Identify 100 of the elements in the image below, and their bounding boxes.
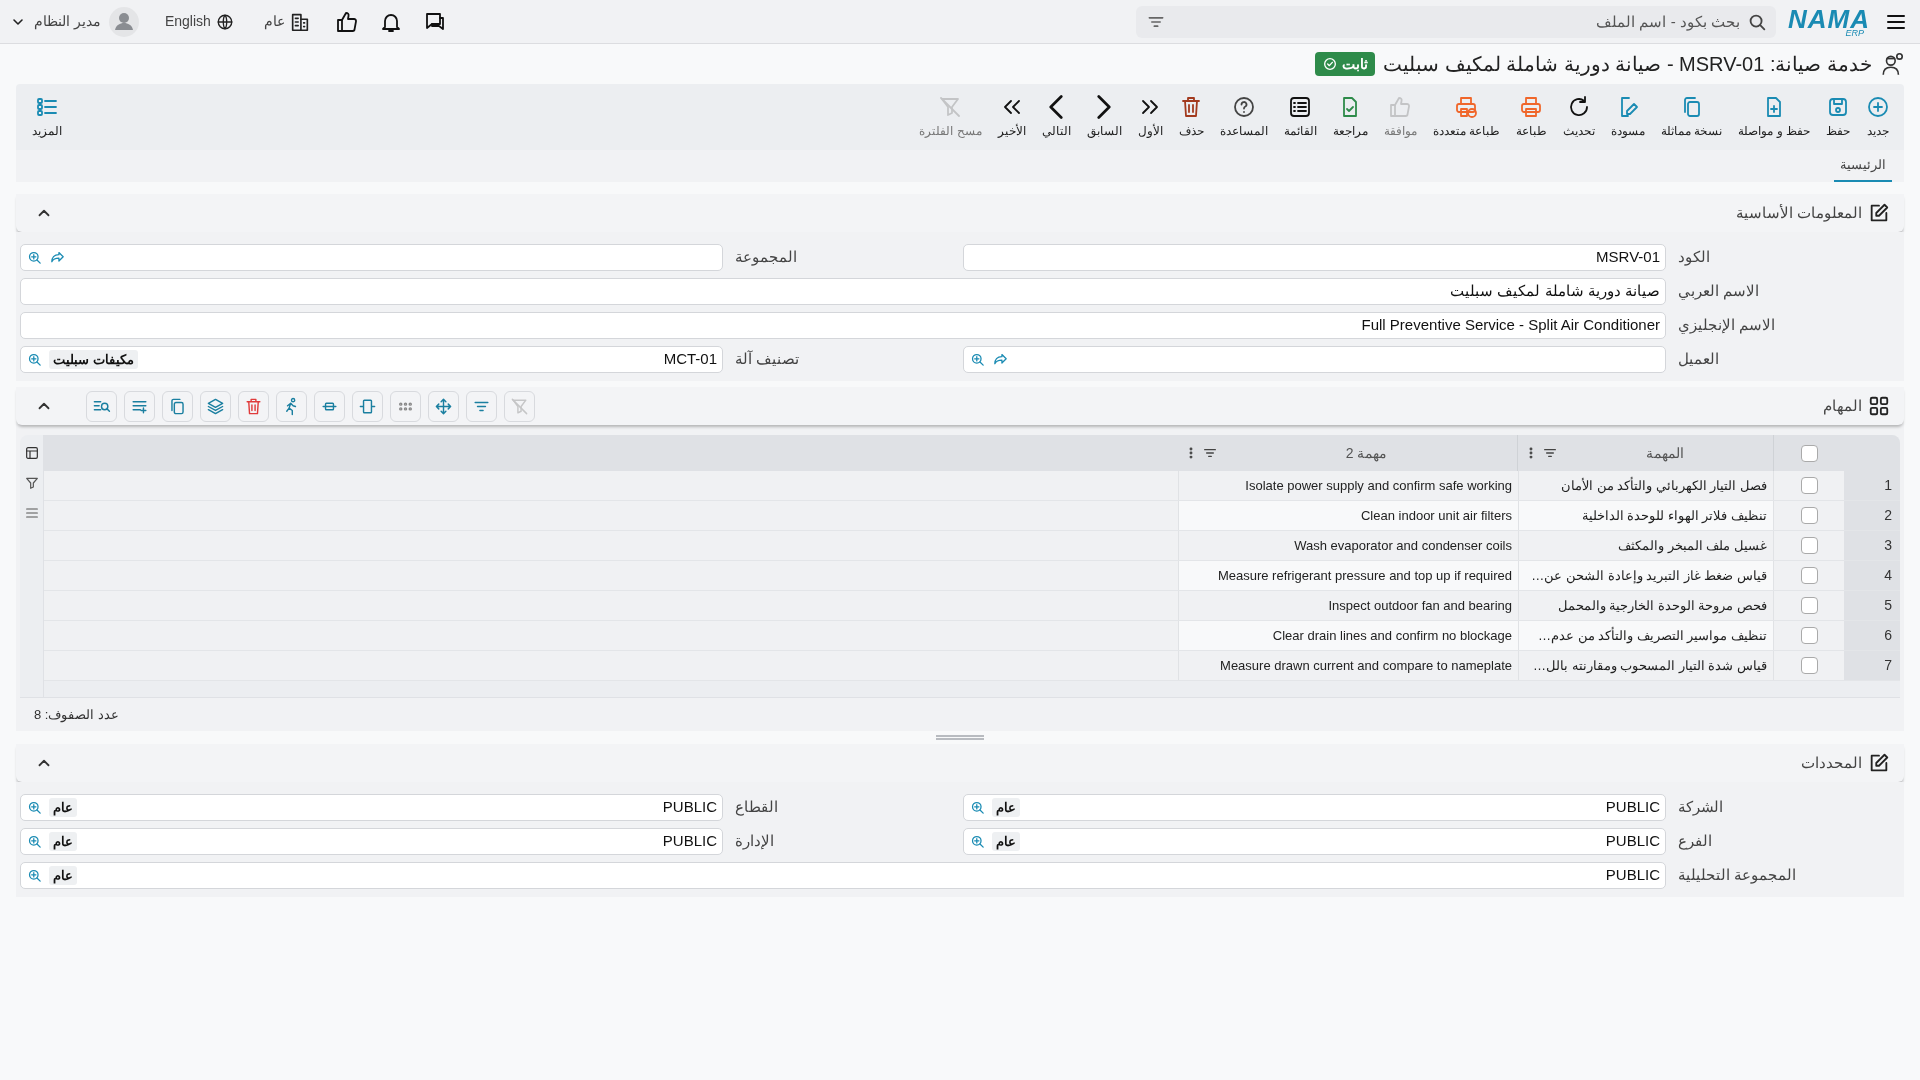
toolbar-button[interactable]: حفظ و مواصلة — [1730, 87, 1818, 147]
search-icon — [969, 833, 986, 850]
checkbox[interactable] — [1800, 567, 1818, 584]
checkbox[interactable] — [1800, 537, 1818, 554]
table-cell: قياس شدة التيار المسحوب ومقارنته بالل… — [1518, 651, 1774, 680]
column-header: المهمة — [1645, 443, 1684, 464]
filter-off-icon — [938, 94, 963, 119]
toolbar-button[interactable]: مراجعة — [1324, 87, 1376, 147]
tool-button[interactable] — [238, 390, 269, 422]
table-cell: فحص مروحة الوحدة الخارجية والمحمل — [1518, 591, 1774, 620]
field-tag: عام — [49, 865, 77, 886]
edit-icon — [1868, 202, 1890, 224]
globe-icon — [215, 12, 234, 31]
copy-icon — [168, 396, 187, 416]
field-tag: عام — [992, 797, 1020, 818]
help-icon — [1231, 94, 1256, 119]
tool-button[interactable] — [466, 390, 497, 422]
technician-icon — [1880, 51, 1906, 77]
table-cell: تنظيف مواسير التصريف والتأكد من عدم… — [1518, 621, 1774, 650]
field-value: صيانة دورية شاملة لمكيف سبليت — [1450, 281, 1660, 302]
table-cell: Clean indoor unit air filters — [1178, 501, 1518, 530]
check-circle-icon — [1322, 56, 1339, 72]
user-menu[interactable]: مدير النظام — [10, 6, 139, 37]
avatar-icon — [108, 6, 139, 37]
toolbar-button[interactable]: الأول — [1129, 87, 1171, 147]
tool-button[interactable] — [200, 390, 231, 422]
search-icon — [969, 799, 986, 816]
tool-button[interactable] — [276, 390, 307, 422]
field-tag: مكيفات سبليت — [49, 349, 138, 370]
field-value: PUBLIC — [1605, 831, 1660, 852]
toolbar-button[interactable]: السابق — [1078, 87, 1130, 147]
tool-button[interactable] — [390, 390, 421, 422]
section-title: المعلومات الأساسية — [1735, 202, 1862, 224]
table-cell: فصل التيار الكهربائي والتأكد من الأمان — [1518, 471, 1774, 500]
toolbar-button[interactable]: حفظ — [1818, 87, 1858, 147]
checkbox[interactable] — [1800, 657, 1818, 674]
checkbox[interactable] — [1800, 477, 1818, 494]
toolbar-button[interactable]: التالي — [1033, 87, 1079, 147]
toolbar-button[interactable]: مسودة — [1603, 87, 1653, 147]
row-number: 4 — [1884, 566, 1892, 585]
input-field[interactable]: صيانة دورية شاملة لمكيف سبليت — [20, 278, 1666, 305]
grid-icon — [1868, 395, 1890, 417]
field-label: الكود — [1677, 247, 1711, 268]
trash-icon — [244, 396, 263, 416]
input-field[interactable]: Full Preventive Service - Split Air Conditioner — [20, 312, 1666, 339]
field-label: المجموعة — [734, 247, 798, 268]
field-value: PUBLIC — [662, 797, 717, 818]
input-field[interactable] — [963, 346, 1666, 373]
toolbar-button[interactable]: نسخة مماثلة — [1653, 87, 1731, 147]
checkbox[interactable] — [1800, 444, 1818, 462]
checkbox[interactable] — [1800, 597, 1818, 614]
checkbox[interactable] — [1800, 507, 1818, 524]
column-header: مهمة 2 — [1345, 443, 1388, 464]
tool-button[interactable] — [428, 390, 459, 422]
edit-icon — [1868, 752, 1890, 774]
field-label: العميل — [1677, 349, 1720, 370]
status-badge: ثابت — [1315, 52, 1376, 76]
tool-button[interactable] — [314, 390, 345, 422]
search-field[interactable]: بحث بكود - اسم الملف — [1136, 5, 1776, 38]
toolbar-button[interactable]: حذف — [1170, 87, 1212, 147]
move-icon — [434, 396, 453, 416]
toolbar-button[interactable]: القائمة — [1275, 87, 1325, 147]
field-value: PUBLIC — [1605, 797, 1660, 818]
tool-button[interactable] — [124, 390, 155, 422]
thumbs-up-icon — [334, 9, 359, 34]
field-label: الشركة — [1677, 797, 1724, 818]
field-label: الإدارة — [734, 831, 775, 852]
input-field[interactable] — [20, 244, 723, 271]
toolbar-button[interactable]: الأخير — [989, 87, 1034, 147]
row-number: 1 — [1884, 476, 1892, 495]
row-number: 2 — [1884, 506, 1892, 525]
tool-button[interactable] — [86, 390, 117, 422]
field-value: PUBLIC — [662, 831, 717, 852]
toolbar-button[interactable]: تحديث — [1555, 87, 1603, 147]
section-title: المحددات — [1801, 752, 1862, 773]
organization-button[interactable]: عام — [263, 10, 311, 33]
filter-off-icon — [510, 396, 529, 416]
more-button[interactable]: المزيد — [22, 94, 72, 140]
printer-icon — [1454, 94, 1479, 119]
row-count: عدد الصفوف: 8 — [34, 705, 120, 725]
toolbar-button[interactable]: طباعة — [1508, 87, 1555, 147]
checkbox[interactable] — [1800, 627, 1818, 644]
language-button[interactable]: English — [164, 11, 234, 32]
toolbar-button[interactable]: طباعة متعددة — [1424, 87, 1508, 147]
tool-button[interactable] — [162, 390, 193, 422]
field-tag: عام — [49, 831, 77, 852]
resize-handle[interactable] — [936, 735, 984, 740]
refresh-icon — [1567, 94, 1591, 119]
search-icon — [26, 833, 43, 850]
columns-icon — [358, 396, 377, 416]
tool-button[interactable] — [352, 390, 383, 422]
toolbar-button[interactable]: جديد — [1858, 87, 1898, 147]
field-label: تصنيف آلة — [734, 349, 801, 370]
table-icon — [23, 445, 40, 461]
tab[interactable]: الرئيسية — [1834, 154, 1892, 182]
toolbar-button[interactable]: المساعدة — [1211, 87, 1276, 147]
field-value: MSRV-01 — [1596, 247, 1660, 268]
table-cell: غسيل ملف المبخر والمكثف — [1518, 531, 1774, 560]
input-field[interactable]: MSRV-01 — [963, 244, 1666, 271]
table-cell: Clear drain lines and confirm no blockage — [1178, 621, 1518, 650]
